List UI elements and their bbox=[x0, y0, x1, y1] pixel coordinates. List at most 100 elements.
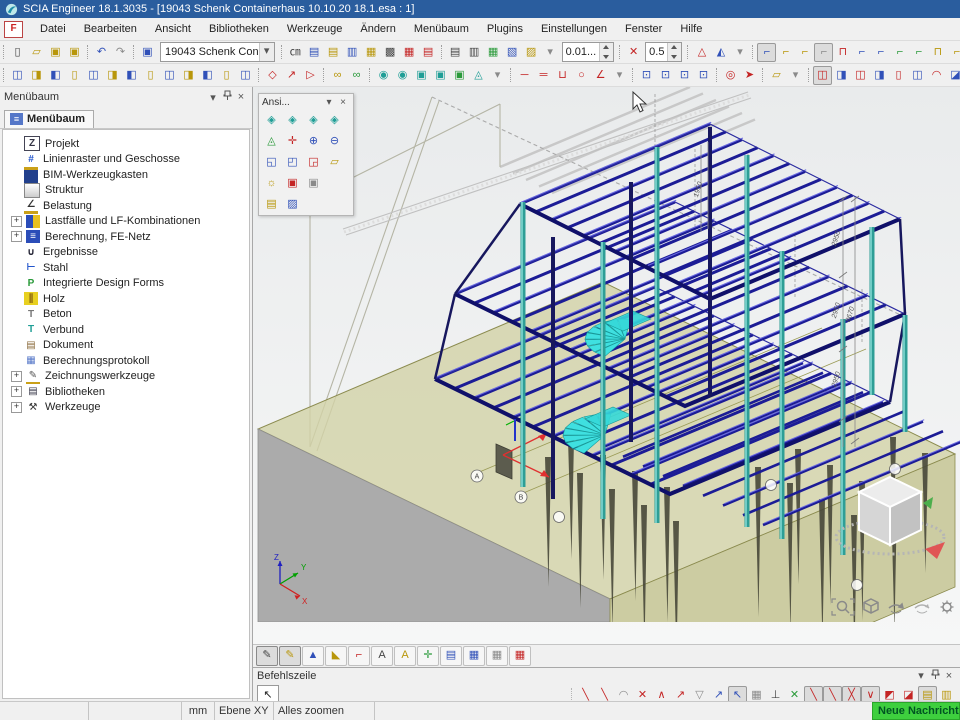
angle-spinner[interactable]: 0.5 bbox=[645, 42, 682, 62]
target-view-icon[interactable]: ◎ bbox=[721, 66, 740, 85]
command-collapse-icon[interactable]: ▾ bbox=[914, 669, 928, 682]
rendered-mode-icon[interactable]: ✎ bbox=[279, 646, 301, 666]
trim-icon[interactable]: ▯ bbox=[889, 66, 908, 85]
zoom-window-icon[interactable]: ◱ bbox=[261, 153, 282, 172]
view-axo-icon[interactable]: ◈ bbox=[324, 111, 345, 130]
zoom-in-icon[interactable]: ⊕ bbox=[303, 132, 324, 151]
grid-tool-icon[interactable]: ⊓ bbox=[833, 43, 852, 62]
tree-item-zeichnungswerkzeuge[interactable]: +Zeichnungswerkzeuge bbox=[11, 369, 249, 385]
model-viewport[interactable]: 1950 2950 2950 2950 8670 A bbox=[253, 87, 960, 644]
copy-attributes-icon[interactable]: ▣ bbox=[412, 66, 431, 85]
tree-item-lastfaelle[interactable]: +Lastfälle und LF-Kombinationen bbox=[11, 214, 249, 230]
load-icon[interactable]: ◧ bbox=[198, 66, 217, 85]
menu-plugins[interactable]: Plugins bbox=[478, 20, 532, 38]
mesh-icon[interactable]: ▯ bbox=[217, 66, 236, 85]
wireframe-mode-icon[interactable]: ✎ bbox=[256, 646, 278, 666]
units-setup-icon[interactable]: ㎝ bbox=[286, 43, 305, 62]
cursor-step-icon[interactable]: ◭ bbox=[711, 43, 730, 62]
menu-einstellungen[interactable]: Einstellungen bbox=[532, 20, 616, 38]
select-members-icon[interactable]: ◉ bbox=[374, 66, 393, 85]
view-z-direction-icon[interactable]: ◈ bbox=[303, 111, 324, 130]
tree-item-ergebnisse[interactable]: Ergebnisse bbox=[11, 245, 249, 261]
angle-spin-buttons[interactable] bbox=[667, 43, 681, 61]
move-icon[interactable]: ⊡ bbox=[675, 66, 694, 85]
scale-member-icon[interactable]: ◫ bbox=[851, 66, 870, 85]
open-project-icon[interactable]: ▱ bbox=[27, 43, 46, 62]
column-icon[interactable]: ◫ bbox=[84, 66, 103, 85]
command-close-icon[interactable]: × bbox=[942, 670, 956, 682]
menu-werkzeuge[interactable]: Werkzeuge bbox=[278, 20, 351, 38]
calculator-icon[interactable]: ▦ bbox=[484, 43, 503, 62]
view-y-direction-icon[interactable]: ◈ bbox=[282, 111, 303, 130]
drag-node-icon[interactable]: ↗ bbox=[282, 66, 301, 85]
rafter-tool-icon[interactable]: ⌐ bbox=[795, 43, 814, 62]
wall-tool-icon[interactable]: ⌐ bbox=[909, 43, 928, 62]
view-glasses-alt-icon[interactable]: ∞ bbox=[347, 66, 366, 85]
document-icon[interactable]: ▤ bbox=[324, 43, 343, 62]
tree-item-werkzeuge[interactable]: +Werkzeuge bbox=[11, 400, 249, 416]
print-icon[interactable]: ▤ bbox=[446, 43, 465, 62]
redo-icon[interactable]: ↷ bbox=[111, 43, 130, 62]
print-dropdown-icon[interactable]: ▾ bbox=[541, 43, 560, 62]
picture-gallery-icon[interactable]: ▩ bbox=[381, 43, 400, 62]
angle-dropdown-icon[interactable]: ▾ bbox=[730, 43, 749, 62]
gallery-icon[interactable]: ▦ bbox=[362, 43, 381, 62]
join-icon[interactable]: ◪ bbox=[946, 66, 960, 85]
paperspace-icon[interactable]: ▦ bbox=[400, 43, 419, 62]
menu-bibliotheken[interactable]: Bibliotheken bbox=[200, 20, 278, 38]
beam-icon[interactable]: ▯ bbox=[65, 66, 84, 85]
cursor-scale-spinner[interactable]: 0.01... bbox=[562, 42, 615, 62]
show-dot-grid-icon[interactable]: ✛ bbox=[417, 646, 439, 666]
light-icon[interactable]: ☼ bbox=[261, 174, 282, 193]
tree-item-beton[interactable]: Beton bbox=[11, 307, 249, 323]
view-settings-icon[interactable]: ▦ bbox=[486, 646, 508, 666]
tree-item-dokument[interactable]: Dokument bbox=[11, 338, 249, 354]
draw-dropdown-icon[interactable]: ▾ bbox=[610, 66, 629, 85]
tab-menuebaum[interactable]: ≡ Menübaum bbox=[4, 110, 94, 128]
select-dropdown-icon[interactable]: ▾ bbox=[488, 66, 507, 85]
modify-member-icon[interactable]: ▷ bbox=[301, 66, 320, 85]
member-tool-icon[interactable]: ◨ bbox=[27, 66, 46, 85]
open-library-folder-icon[interactable]: ▱ bbox=[767, 66, 786, 85]
beam-tool-icon[interactable]: ⌐ bbox=[757, 43, 776, 62]
menu-datei[interactable]: Datei bbox=[31, 20, 75, 38]
status-plane[interactable]: Ebene XY bbox=[215, 702, 274, 720]
save-picture-icon[interactable]: ▣ bbox=[282, 174, 303, 193]
palette-close-icon[interactable]: × bbox=[336, 97, 350, 108]
panel-pin-icon[interactable] bbox=[220, 90, 234, 104]
status-units[interactable]: mm bbox=[182, 702, 215, 720]
labels-on-icon[interactable]: A bbox=[371, 646, 393, 666]
print-preview-icon[interactable]: ▥ bbox=[465, 43, 484, 62]
project-combo-dropdown-icon[interactable]: ▾ bbox=[259, 43, 274, 61]
frame-tool-icon[interactable]: ⌐ bbox=[814, 43, 833, 62]
app-menu-icon[interactable]: F bbox=[4, 21, 23, 38]
new-project-icon[interactable]: ▯ bbox=[8, 43, 27, 62]
expand-icon[interactable]: + bbox=[11, 216, 22, 227]
mirror-icon[interactable]: ⊡ bbox=[694, 66, 713, 85]
rotate-view-alt-icon[interactable] bbox=[915, 604, 929, 613]
slab-icon[interactable]: ◨ bbox=[103, 66, 122, 85]
stretch-member-icon[interactable]: ◨ bbox=[870, 66, 889, 85]
tree-item-integrierte-design-forms[interactable]: Integrierte Design Forms bbox=[11, 276, 249, 292]
multicopy-icon[interactable]: ⊡ bbox=[656, 66, 675, 85]
rotation-angle-icon[interactable]: △ bbox=[692, 43, 711, 62]
circle-draw-icon[interactable]: ○ bbox=[572, 66, 591, 85]
zoom-all-icon[interactable]: ◰ bbox=[282, 153, 303, 172]
menu-hilfe[interactable]: Hilfe bbox=[671, 20, 711, 38]
labels-off-icon[interactable]: A bbox=[394, 646, 416, 666]
menu-menuebaum[interactable]: Menübaum bbox=[405, 20, 478, 38]
expand-icon[interactable]: + bbox=[11, 402, 22, 413]
palette-collapse-icon[interactable]: ▾ bbox=[322, 97, 336, 108]
new-messages-badge[interactable]: Neue Nachrichten bbox=[872, 702, 960, 720]
tree-item-holz[interactable]: Holz bbox=[11, 291, 249, 307]
ucs-axes-icon[interactable]: ✛ bbox=[282, 132, 303, 151]
clipping-box-icon[interactable]: ▤ bbox=[261, 195, 282, 214]
view-x-direction-icon[interactable]: ◈ bbox=[261, 111, 282, 130]
move-node-icon[interactable]: ◇ bbox=[263, 66, 282, 85]
opening-tool-icon[interactable]: ⌐ bbox=[871, 43, 890, 62]
tree-item-struktur[interactable]: Struktur bbox=[11, 183, 249, 199]
send-document-icon[interactable]: ▨ bbox=[522, 43, 541, 62]
layer-icon[interactable]: ◫ bbox=[236, 66, 255, 85]
view-from-ucs-icon[interactable]: ◬ bbox=[261, 132, 282, 151]
tree-item-linienraster[interactable]: Linienraster und Geschosse bbox=[11, 152, 249, 168]
